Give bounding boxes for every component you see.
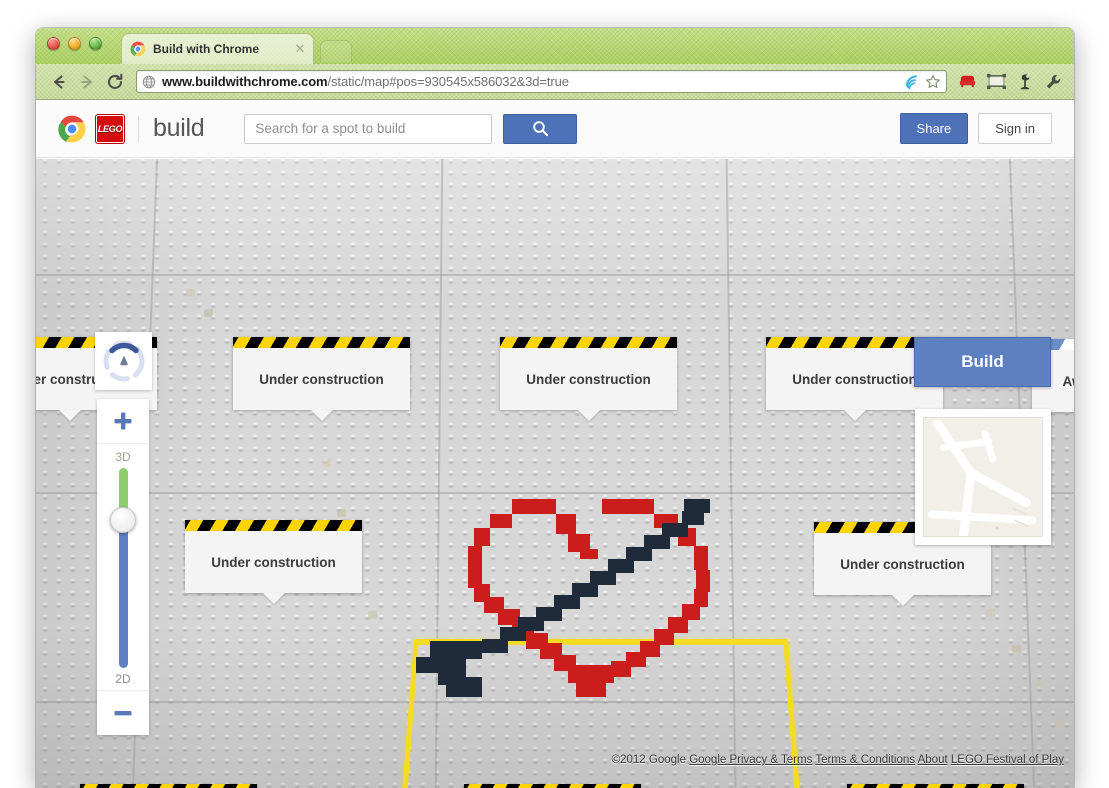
close-window-button[interactable]	[47, 37, 60, 50]
spot-tooltip-label: Under construction	[526, 371, 651, 387]
map-footer: ©2012 Google Google Privacy & Terms Term…	[612, 753, 1064, 768]
compass-rose-icon[interactable]	[95, 332, 152, 390]
ground-speck	[204, 309, 213, 317]
brand-divider	[138, 115, 139, 142]
slider-handle[interactable]	[110, 507, 136, 533]
zoom-in-button[interactable]	[97, 399, 149, 444]
tab-title: Build with Chrome	[153, 42, 259, 56]
chrome-logo-icon	[58, 115, 86, 142]
address-bar[interactable]: www.buildwithchrome.com/static/map#pos=9…	[136, 70, 947, 93]
forward-arrow-icon[interactable]	[74, 69, 100, 95]
hazard-stripe	[185, 520, 362, 531]
url-text: www.buildwithchrome.com/static/map#pos=9…	[162, 74, 569, 89]
minus-icon	[114, 711, 132, 716]
tooltip-pointer	[843, 410, 866, 421]
sync-wave-icon[interactable]	[904, 74, 920, 90]
slider-label-3d: 3D	[115, 450, 131, 464]
ground-speck	[368, 611, 377, 619]
footer-link-lego-festival[interactable]: LEGO Festival of Play	[951, 754, 1064, 766]
minimize-window-button[interactable]	[68, 37, 81, 50]
page-viewport: LEGO build Share Sign in	[36, 100, 1074, 788]
share-button[interactable]: Share	[899, 113, 969, 144]
ground-speck	[1036, 681, 1045, 689]
window-controls	[47, 37, 102, 50]
map-canvas[interactable]: Under construction Under construction Un…	[36, 159, 1074, 788]
maximize-window-button[interactable]	[89, 37, 102, 50]
tooltip-pointer	[58, 410, 81, 421]
omnibox-actions	[904, 74, 941, 90]
zoom-out-button[interactable]	[97, 690, 149, 735]
search-button[interactable]	[503, 113, 578, 144]
spot-tooltip[interactable]: Under construction	[500, 337, 677, 421]
tooltip-pointer	[262, 593, 285, 604]
extension-icons	[955, 72, 1064, 92]
footer-link-about[interactable]: About	[918, 754, 948, 766]
header-actions: Share Sign in	[899, 113, 1052, 144]
tooltip-pointer	[310, 410, 333, 421]
ground-speck	[186, 289, 195, 297]
hazard-stripe	[464, 784, 641, 788]
search-icon	[533, 121, 548, 137]
spot-tooltip[interactable]: Under construction	[464, 784, 641, 788]
search-input[interactable]	[244, 113, 493, 144]
url-host: www.buildwithchrome.com	[162, 74, 328, 89]
lego-logo: LEGO	[96, 114, 124, 143]
footer-link-terms[interactable]: Terms & Conditions	[815, 754, 915, 766]
minimap[interactable]	[915, 409, 1051, 545]
spot-tooltip[interactable]: Under construction	[185, 520, 362, 604]
tooltip-pointer	[577, 410, 600, 421]
browser-tab-strip: Build with Chrome ✕	[36, 28, 1074, 64]
brand-wordmark: build	[153, 114, 205, 142]
tooltip-pointer	[891, 595, 914, 606]
plus-icon	[114, 412, 132, 430]
browser-toolbar: www.buildwithchrome.com/static/map#pos=9…	[36, 64, 1074, 100]
spot-tooltip-label: Under construction	[259, 371, 384, 387]
close-icon[interactable]: ✕	[293, 42, 307, 56]
copyright-text: ©2012 Google	[611, 754, 686, 766]
wrench-menu-icon[interactable]	[1044, 72, 1064, 92]
map-zoom-panel: 3D 2D	[97, 399, 149, 735]
spot-tooltip[interactable]: Under construction	[847, 784, 1024, 788]
spot-tooltip-label: Under construction	[211, 554, 336, 570]
minimap-roads-icon	[923, 417, 1043, 537]
browser-tab[interactable]: Build with Chrome ✕	[121, 33, 314, 64]
ground-speck	[986, 609, 995, 617]
back-arrow-icon[interactable]	[46, 69, 72, 95]
screenshot-frame-icon[interactable]	[986, 72, 1006, 92]
lego-logo-text: LEGO	[97, 123, 123, 134]
sign-in-button[interactable]: Sign in	[978, 113, 1052, 144]
hazard-stripe	[847, 784, 1024, 788]
slider-label-2d: 2D	[115, 672, 131, 686]
globe-icon	[142, 75, 156, 88]
site-header: LEGO build Share Sign in	[36, 100, 1074, 158]
brand[interactable]: LEGO build	[58, 114, 205, 143]
hazard-stripe	[500, 337, 677, 348]
ground-speck	[337, 509, 346, 517]
dimension-slider[interactable]: 3D 2D	[97, 444, 149, 690]
ground-speck	[322, 459, 331, 467]
footer-link-google-privacy[interactable]: Google Privacy & Terms	[689, 754, 812, 766]
lamp-icon[interactable]	[1015, 72, 1035, 92]
spot-tooltip[interactable]: Under construction	[233, 337, 410, 421]
build-button[interactable]: Build	[914, 337, 1051, 387]
chrome-icon	[130, 41, 146, 57]
ground-speck	[1012, 645, 1021, 653]
hazard-stripe	[80, 784, 257, 788]
spot-tooltip[interactable]: Under construction	[80, 784, 257, 788]
baseplate-seam	[36, 274, 1074, 276]
slider-track[interactable]	[110, 468, 136, 668]
reload-icon[interactable]	[102, 69, 128, 95]
new-tab-icon[interactable]	[320, 40, 352, 62]
lego-build-heart-with-arrow[interactable]	[416, 489, 726, 699]
sofa-icon[interactable]	[957, 72, 977, 92]
browser-window: Build with Chrome ✕ www.buildwithchrome.…	[36, 28, 1074, 788]
ground-speck	[1054, 719, 1063, 727]
url-path: /static/map#pos=930545x586032&3d=true	[327, 74, 569, 89]
hazard-stripe	[233, 337, 410, 348]
star-icon[interactable]	[925, 74, 941, 90]
